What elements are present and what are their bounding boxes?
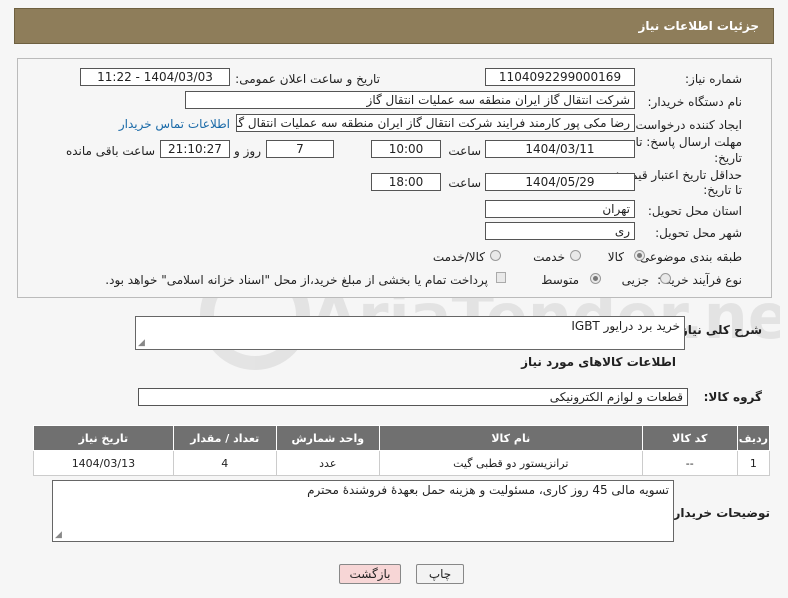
description-textarea[interactable]: خرید برد درایور IGBT ◢ xyxy=(135,316,685,350)
price-validity-time-label: ساعت xyxy=(448,176,481,190)
buyer-notes-textarea[interactable]: تسویه مالی 45 روز کاری، مسئولیت و هزینه … xyxy=(52,480,674,542)
cell-need-date: 1404/03/13 xyxy=(33,450,174,476)
buyer-field: شرکت انتقال گاز ایران منطقه سه عملیات ان… xyxy=(185,91,635,109)
cell-item-name: ترانزیستور دو قطبی گیت xyxy=(378,450,643,476)
deadline-date-field: 1404/03/11 xyxy=(485,140,635,158)
treasury-payment-checkbox[interactable] xyxy=(496,272,506,283)
price-validity-label-line2: تا تاریخ: xyxy=(703,183,742,197)
goods-table-header-row: ردیف کد کالا نام کالا واحد شمارش تعداد /… xyxy=(33,425,771,451)
cell-row-number: 1 xyxy=(736,450,771,476)
category-goods-label: کالا xyxy=(607,250,624,264)
goods-table: ردیف کد کالا نام کالا واحد شمارش تعداد /… xyxy=(33,425,771,476)
category-goods-radio[interactable] xyxy=(634,250,645,261)
deadline-days-field: 7 xyxy=(266,140,334,158)
page-header: جزئیات اطلاعات نیاز xyxy=(14,8,774,44)
need-number-field: 1104092299000169 xyxy=(485,68,635,86)
process-minor-label: جزیی xyxy=(621,273,649,287)
deadline-label-line1: مهلت ارسال پاسخ: تا xyxy=(635,135,742,149)
column-header-item-code: کد کالا xyxy=(641,425,738,451)
process-minor-radio[interactable] xyxy=(660,273,671,284)
goods-group-label: گروه کالا: xyxy=(703,390,762,404)
column-header-row-number: ردیف xyxy=(736,425,771,451)
category-service-radio[interactable] xyxy=(570,250,581,261)
back-button[interactable]: بازگشت xyxy=(339,564,401,584)
deadline-days-label: روز و xyxy=(234,144,261,158)
buyer-label: نام دستگاه خریدار: xyxy=(647,95,743,109)
column-header-quantity: تعداد / مقدار xyxy=(172,425,277,451)
description-text: خرید برد درایور IGBT xyxy=(571,319,680,333)
category-service-label: خدمت xyxy=(533,250,565,264)
deadline-time-field: 10:00 xyxy=(371,140,441,158)
category-goods-service-label: کالا/خدمت xyxy=(432,250,485,264)
deadline-remaining-field: 21:10:27 xyxy=(160,140,230,158)
province-label: استان محل تحویل: xyxy=(647,204,742,218)
print-button[interactable]: چاپ xyxy=(416,564,464,584)
process-medium-label: متوسط xyxy=(541,273,579,287)
announce-date-label: تاریخ و ساعت اعلان عمومی: xyxy=(235,72,380,86)
category-label: طبقه بندی موضوعی: xyxy=(635,250,742,264)
buyer-notes-text: تسویه مالی 45 روز کاری، مسئولیت و هزینه … xyxy=(307,483,669,497)
buyer-notes-label: توضیحات خریدار: xyxy=(668,506,770,520)
cell-unit: عدد xyxy=(275,450,380,476)
goods-info-title: اطلاعات کالاهای مورد نیاز xyxy=(521,355,676,369)
resize-grip-icon[interactable]: ◢ xyxy=(138,339,145,348)
price-validity-time-field: 18:00 xyxy=(371,173,441,191)
resize-grip-icon[interactable]: ◢ xyxy=(55,531,62,540)
column-header-item-name: نام کالا xyxy=(378,425,643,451)
creator-field: رضا مکی پور کارمند فرایند شرکت انتقال گا… xyxy=(236,114,635,132)
city-label: شهر محل تحویل: xyxy=(655,226,742,240)
need-number-label: شماره نیاز: xyxy=(685,72,742,86)
process-medium-radio[interactable] xyxy=(590,273,601,284)
column-header-need-date: تاریخ نیاز xyxy=(33,425,174,451)
creator-label: ایجاد کننده درخواست: xyxy=(631,118,742,132)
buyer-contact-link[interactable]: اطلاعات تماس خریدار xyxy=(119,117,230,131)
column-header-unit: واحد شمارش xyxy=(275,425,380,451)
province-field: تهران xyxy=(485,200,635,218)
category-goods-service-radio[interactable] xyxy=(490,250,501,261)
price-validity-date-field: 1404/05/29 xyxy=(485,173,635,191)
announce-date-field: 1404/03/03 - 11:22 xyxy=(80,68,230,86)
cell-quantity: 4 xyxy=(172,450,277,476)
deadline-time-label: ساعت xyxy=(448,144,481,158)
goods-group-field: قطعات و لوازم الکترونیکی xyxy=(138,388,688,406)
page-title: جزئیات اطلاعات نیاز xyxy=(638,19,759,33)
deadline-remaining-label: ساعت باقی مانده xyxy=(65,144,155,158)
city-field: ری xyxy=(485,222,635,240)
description-label: شرح کلی نیاز: xyxy=(676,323,762,337)
treasury-payment-note: پرداخت تمام یا بخشی از مبلغ خرید،از محل … xyxy=(105,273,488,287)
deadline-label-line2: تاریخ: xyxy=(714,151,742,165)
table-row: 1 -- ترانزیستور دو قطبی گیت عدد 4 1404/0… xyxy=(33,450,771,476)
cell-item-code: -- xyxy=(641,450,738,476)
